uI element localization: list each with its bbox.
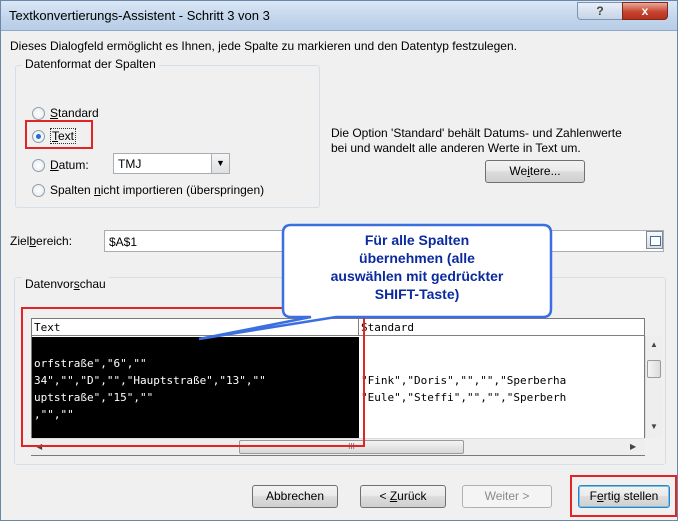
callout-text: Für alle Spalten übernehmen (alle auswäh… <box>330 232 504 302</box>
cancel-button[interactable]: Abbrechen <box>252 485 338 508</box>
dialog-window: Textkonvertierungs-Assistent - Schritt 3… <box>0 0 678 521</box>
highlight-finish-button <box>570 475 677 517</box>
back-button[interactable]: < Zurück <box>360 485 446 508</box>
next-button[interactable]: Weiter > <box>462 485 552 508</box>
